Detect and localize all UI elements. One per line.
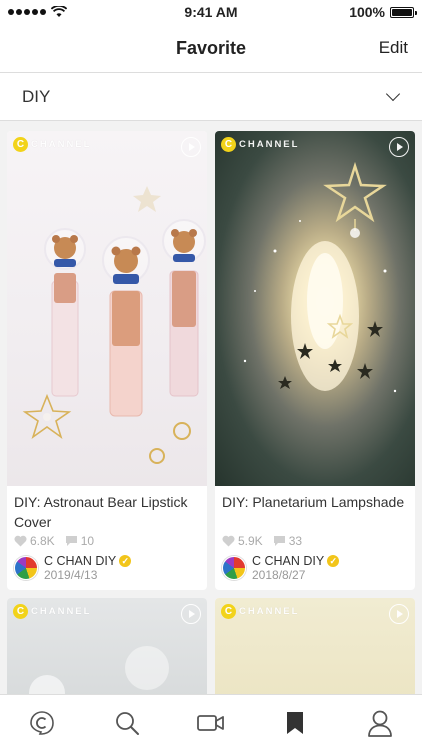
channel-logo: C CHANNEL (221, 604, 299, 619)
verified-badge-icon: ✓ (327, 555, 340, 567)
play-icon[interactable] (389, 604, 409, 624)
channel-logo: C CHANNEL (13, 137, 91, 152)
card-body: DIY: Astronaut Bear Lipstick Cover 6.8K … (7, 486, 207, 590)
bookmark-icon (287, 711, 304, 734)
tab-search[interactable] (107, 703, 147, 743)
wifi-icon (51, 6, 67, 17)
comments-stat: 10 (65, 534, 94, 548)
likes-stat: 5.9K (222, 534, 263, 548)
post-date: 2018/8/27 (252, 568, 306, 582)
status-bar: 9:41 AM 100% (0, 0, 422, 24)
battery-fill (392, 8, 412, 16)
profile-icon (367, 710, 392, 737)
battery-icon (390, 6, 417, 18)
likes-count: 5.9K (238, 534, 263, 548)
author-meta: C CHAN DIY ✓ 2018/8/27 (252, 554, 340, 582)
thumbnail-image (22, 186, 206, 464)
author-name-row: C CHAN DIY ✓ (44, 554, 132, 568)
tab-bar (0, 694, 422, 750)
comments-count: 10 (80, 534, 95, 548)
author-name: C CHAN DIY (252, 554, 325, 568)
author-name: C CHAN DIY (44, 554, 117, 568)
avatar[interactable] (222, 556, 246, 580)
card-body: DIY: Planetarium Lampshade 5.9K 33 C CHA… (215, 486, 415, 590)
comments-count: 33 (288, 534, 303, 548)
channel-logo-mark: C (13, 604, 28, 619)
video-icon (197, 714, 224, 731)
video-card[interactable]: C CHANNEL DIY: Astronaut Bear Lipstick C… (7, 131, 207, 590)
tab-video[interactable] (191, 703, 231, 743)
status-left (8, 6, 67, 18)
category-dropdown[interactable]: DIY (0, 73, 422, 121)
play-icon[interactable] (389, 137, 409, 157)
likes-count: 6.8K (30, 534, 55, 548)
search-icon (115, 711, 139, 735)
play-icon[interactable] (181, 604, 201, 624)
channel-logo-text: CHANNEL (31, 606, 92, 617)
favorites-grid: C CHANNEL DIY: Astronaut Bear Lipstick C… (7, 131, 415, 698)
card-stats: 5.9K 33 (222, 534, 408, 548)
tab-home[interactable] (22, 703, 62, 743)
video-card[interactable]: C CHANNEL (7, 598, 207, 698)
card-author[interactable]: C CHAN DIY ✓ 2018/8/27 (222, 554, 408, 582)
likes-stat: 6.8K (14, 534, 55, 548)
author-name-row: C CHAN DIY ✓ (252, 554, 340, 568)
author-meta: C CHAN DIY ✓ 2019/4/13 (44, 554, 132, 582)
home-icon (30, 710, 54, 735)
channel-logo: C CHANNEL (221, 137, 299, 152)
channel-logo-mark: C (221, 137, 236, 152)
video-thumbnail[interactable]: C CHANNEL (7, 598, 207, 698)
post-date: 2019/4/13 (44, 568, 98, 582)
battery-percent: 100% (349, 4, 385, 20)
video-card[interactable]: C CHANNEL DIY: Planetarium Lampshade 5.9… (215, 131, 415, 590)
card-stats: 6.8K 10 (14, 534, 200, 548)
signal-icon (8, 9, 46, 15)
edit-button[interactable]: Edit (379, 38, 408, 58)
comment-icon (65, 536, 77, 546)
channel-logo-text: CHANNEL (31, 139, 92, 150)
channel-logo-text: CHANNEL (239, 606, 300, 617)
video-thumbnail[interactable]: C CHANNEL (215, 131, 415, 486)
channel-logo: C CHANNEL (13, 604, 91, 619)
channel-logo-text: CHANNEL (239, 139, 300, 150)
comment-icon (273, 536, 285, 546)
nav-header: Favorite Edit (0, 24, 422, 73)
play-icon[interactable] (181, 137, 201, 157)
channel-logo-mark: C (221, 604, 236, 619)
chevron-down-icon (385, 86, 401, 101)
video-thumbnail[interactable]: C CHANNEL (7, 131, 207, 486)
card-title[interactable]: DIY: Astronaut Bear Lipstick Cover (14, 492, 200, 532)
page-title: Favorite (175, 37, 247, 58)
verified-badge-icon: ✓ (119, 555, 132, 567)
card-author[interactable]: C CHAN DIY ✓ 2019/4/13 (14, 554, 200, 582)
comments-stat: 33 (273, 534, 302, 548)
video-card[interactable]: C CHANNEL (215, 598, 415, 698)
category-label: DIY (22, 86, 51, 106)
tab-favorite[interactable] (275, 703, 315, 743)
avatar[interactable] (14, 556, 38, 580)
video-thumbnail[interactable]: C CHANNEL (215, 598, 415, 698)
heart-icon (14, 535, 27, 547)
channel-logo-mark: C (13, 137, 28, 152)
card-title[interactable]: DIY: Planetarium Lampshade (222, 492, 408, 532)
tab-profile[interactable] (360, 703, 400, 743)
thumbnail-image (243, 161, 397, 393)
status-right: 100% (349, 4, 417, 20)
heart-icon (222, 535, 235, 547)
